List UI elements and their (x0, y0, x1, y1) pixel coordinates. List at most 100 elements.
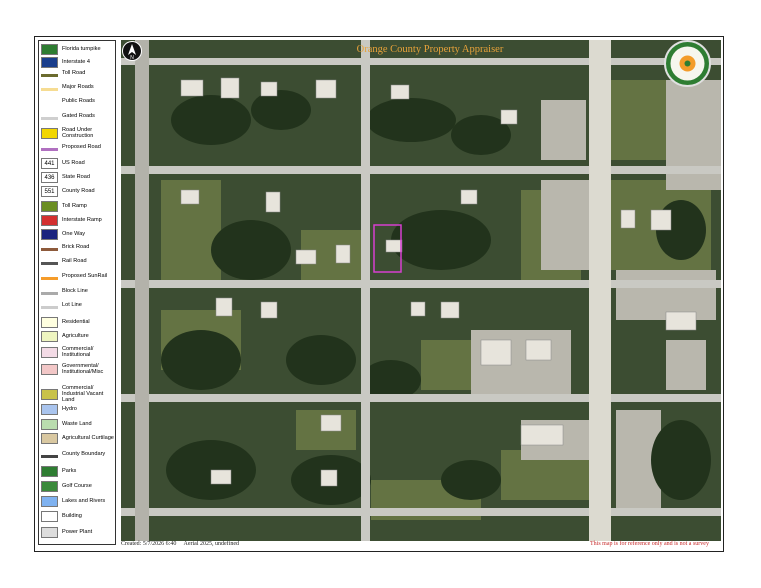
waste-land-swatch (41, 419, 58, 430)
toll-road-line (41, 74, 58, 77)
legend-label: Power Plant (62, 529, 93, 536)
legend-label: Major Roads (62, 84, 94, 91)
road-number: 441 (44, 160, 55, 167)
legend-item: Road Under Construction (41, 127, 115, 139)
legend-label: Golf Course (62, 483, 92, 490)
major-road-east (589, 40, 611, 541)
county-road-shield-icon: 551 (41, 186, 58, 197)
vacant-land-swatch (41, 388, 58, 400)
legend-label: Building (62, 513, 82, 520)
brick-road-line (41, 248, 58, 251)
legend-label: Interstate 4 (62, 59, 90, 66)
legend-item: Proposed SunRail (41, 273, 115, 280)
residential-swatch (41, 317, 58, 328)
road-2 (121, 166, 721, 174)
county-boundary-line (41, 455, 58, 458)
road-number: 551 (44, 188, 55, 195)
legend-label: County Road (62, 188, 95, 195)
legend-item: Governmental/ Institutional/Misc (41, 363, 115, 375)
aerial-map[interactable] (121, 40, 721, 541)
water-icon (41, 496, 58, 507)
legend-label: State Road (62, 174, 90, 181)
legend-label: Lot Line (62, 302, 82, 309)
major-road-west (135, 40, 149, 541)
road-3 (121, 280, 721, 288)
legend-label: Proposed SunRail (62, 273, 108, 280)
legend-item: Residential (41, 317, 115, 328)
toll-ramp-arrow-icon (41, 201, 58, 212)
legend-label: Rail Road (62, 258, 87, 265)
legend-label: One Way (62, 231, 86, 238)
legend-item: Gated Roads (41, 113, 115, 120)
road-4 (121, 394, 721, 402)
legend-item: Toll Ramp (41, 201, 115, 212)
rail-road-line (41, 262, 58, 265)
legend-item: Public Roads (41, 98, 115, 105)
legend-label: Gated Roads (62, 113, 95, 120)
block-line (41, 292, 58, 295)
public-road-line (41, 102, 58, 105)
north-arrow-icon: N (122, 41, 142, 61)
construction-sign-icon (41, 127, 58, 139)
lot-line (41, 306, 58, 309)
legend-item: Building (41, 511, 115, 522)
legend-item: Lakes and Rivers (41, 496, 115, 507)
road-number: 436 (44, 174, 55, 181)
county-seal-logo-icon (664, 40, 711, 87)
legend-label: County Boundary (62, 451, 106, 458)
interstate-shield-icon (41, 57, 58, 68)
hydro-swatch (41, 404, 58, 415)
legend-item: Florida turnpike (41, 44, 115, 55)
legend-item: Interstate Ramp (41, 215, 115, 226)
legend-label: Hydro (62, 406, 77, 413)
gated-road-line (41, 117, 58, 120)
interstate-ramp-arrow-icon (41, 215, 58, 226)
svg-text:N: N (130, 55, 134, 60)
agriculture-swatch (41, 331, 58, 342)
tree-icon (41, 466, 58, 477)
disclaimer-text: This map is for reference only and is no… (590, 541, 709, 547)
legend-item: Commercial/ Institutional (41, 346, 115, 358)
legend-item: Agriculture (41, 331, 115, 342)
legend-item: Waste Land (41, 419, 115, 430)
aerial-imagery[interactable] (121, 40, 721, 541)
legend-label: Proposed Road (62, 144, 101, 151)
legend-label: US Road (62, 160, 85, 167)
legend-item: Interstate 4 (41, 57, 115, 68)
proposed-road-line (41, 148, 58, 151)
building-swatch (41, 511, 58, 522)
legend-label: Waste Land (62, 421, 92, 428)
state-road-shield-icon: 436 (41, 172, 58, 183)
one-way-arrow-icon (41, 229, 58, 240)
legend-label: Agricultural Curtilage (62, 435, 114, 442)
curtilage-swatch (41, 433, 58, 444)
legend-label: Lakes and Rivers (62, 498, 106, 505)
road-5 (121, 508, 721, 516)
legend-item: Brick Road (41, 244, 115, 251)
legend-item: Lot Line (41, 302, 115, 309)
legend-panel: Florida turnpike Interstate 4 Toll Road Maj… (38, 40, 116, 545)
sunrail-line (41, 277, 58, 280)
legend-item: Golf Course (41, 481, 115, 492)
legend-item: Commercial/ Industrial Vacant Land (41, 385, 115, 404)
legend-item: Power Plant (41, 527, 115, 538)
legend-label: Toll Road (62, 70, 86, 77)
legend-label: Commercial/ Institutional (62, 346, 94, 359)
us-road-shield-icon: 441 (41, 158, 58, 169)
aerial-source: Aerial 2025, undefined (183, 541, 239, 547)
legend-item: Major Roads (41, 84, 115, 91)
legend-item: Toll Road (41, 70, 115, 77)
legend-item: One Way (41, 229, 115, 240)
legend-item: Agricultural Curtilage (41, 433, 115, 444)
turnpike-shield-icon (41, 44, 58, 55)
legend-label: Governmental/ Institutional/Misc (62, 363, 104, 376)
legend-item: County Boundary (41, 451, 115, 458)
legend-item: Rail Road (41, 258, 115, 265)
legend-label: Commercial/ Industrial Vacant Land (62, 385, 104, 404)
legend-item: Parks (41, 466, 115, 477)
commercial-swatch (41, 346, 58, 358)
legend-item: Block Line (41, 288, 115, 295)
governmental-swatch (41, 363, 58, 375)
legend-label: Brick Road (62, 244, 90, 251)
road-mid (361, 40, 370, 541)
